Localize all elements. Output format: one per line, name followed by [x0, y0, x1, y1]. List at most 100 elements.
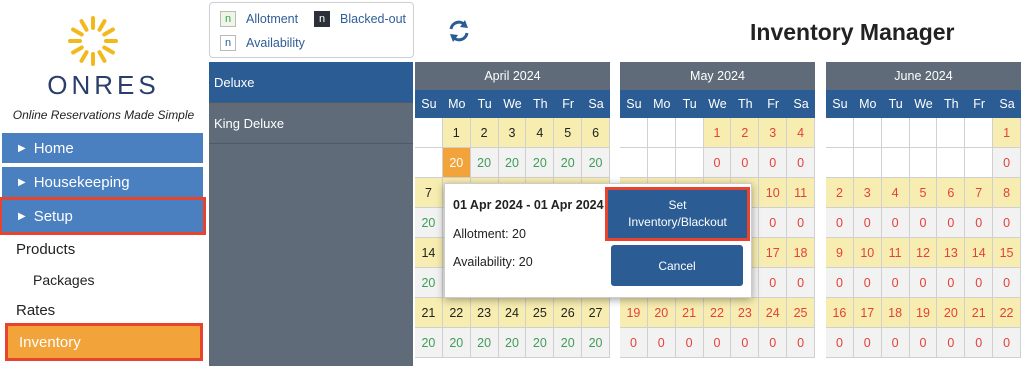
- day-cell[interactable]: 21: [965, 298, 994, 328]
- inventory-cell[interactable]: 20: [582, 148, 610, 178]
- day-cell[interactable]: 18: [787, 238, 815, 268]
- nav-setup[interactable]: ▶ Setup: [0, 197, 206, 235]
- inventory-cell[interactable]: 0: [787, 148, 815, 178]
- day-cell[interactable]: 16: [826, 298, 854, 328]
- day-cell[interactable]: 27: [582, 298, 610, 328]
- nav-packages[interactable]: Packages: [33, 272, 94, 288]
- inventory-cell[interactable]: 20: [498, 148, 527, 178]
- day-cell[interactable]: 21: [675, 298, 704, 328]
- day-cell[interactable]: 3: [853, 178, 882, 208]
- room-type-king-deluxe[interactable]: King Deluxe: [209, 103, 413, 144]
- day-cell[interactable]: 2: [470, 118, 499, 148]
- day-cell[interactable]: 4: [881, 178, 910, 208]
- day-cell[interactable]: 3: [498, 118, 527, 148]
- nav-rates[interactable]: Rates: [16, 302, 55, 319]
- day-cell[interactable]: 13: [937, 238, 966, 268]
- day-cell[interactable]: 1: [442, 118, 471, 148]
- inventory-cell[interactable]: 0: [909, 328, 938, 358]
- day-cell[interactable]: 19: [620, 298, 648, 328]
- day-cell[interactable]: 6: [937, 178, 966, 208]
- nav-products[interactable]: Products: [16, 241, 75, 258]
- inventory-cell[interactable]: 0: [675, 328, 704, 358]
- inventory-cell[interactable]: 0: [853, 328, 882, 358]
- inventory-cell[interactable]: 0: [881, 328, 910, 358]
- day-cell[interactable]: 1: [703, 118, 732, 148]
- day-cell[interactable]: 14: [965, 238, 994, 268]
- set-inventory-blackout-button[interactable]: Set Inventory/Blackout: [605, 187, 750, 241]
- day-cell[interactable]: 4: [526, 118, 555, 148]
- inventory-cell[interactable]: 0: [826, 328, 854, 358]
- inventory-cell[interactable]: 20: [442, 328, 471, 358]
- day-cell[interactable]: 6: [582, 118, 610, 148]
- day-cell[interactable]: 17: [853, 298, 882, 328]
- room-type-deluxe[interactable]: Deluxe: [209, 62, 413, 103]
- day-cell[interactable]: 9: [826, 238, 854, 268]
- day-cell[interactable]: 10: [853, 238, 882, 268]
- day-cell[interactable]: 18: [881, 298, 910, 328]
- inventory-cell[interactable]: 0: [993, 148, 1021, 178]
- day-cell[interactable]: 25: [526, 298, 555, 328]
- inventory-cell[interactable]: 0: [826, 208, 854, 238]
- nav-home[interactable]: ▶ Home: [2, 133, 203, 163]
- inventory-cell[interactable]: 20: [442, 148, 471, 178]
- day-cell[interactable]: 10: [759, 178, 788, 208]
- day-cell[interactable]: 5: [909, 178, 938, 208]
- refresh-icon[interactable]: [446, 18, 472, 44]
- day-cell[interactable]: 7: [965, 178, 994, 208]
- day-cell[interactable]: 26: [554, 298, 583, 328]
- day-cell[interactable]: 19: [909, 298, 938, 328]
- inventory-cell[interactable]: 0: [759, 268, 788, 298]
- day-cell[interactable]: 2: [826, 178, 854, 208]
- day-cell[interactable]: 11: [881, 238, 910, 268]
- inventory-cell[interactable]: 0: [759, 208, 788, 238]
- inventory-cell[interactable]: 0: [881, 208, 910, 238]
- inventory-cell[interactable]: 0: [703, 148, 732, 178]
- day-cell[interactable]: 24: [759, 298, 788, 328]
- day-cell[interactable]: 25: [787, 298, 815, 328]
- inventory-cell[interactable]: 0: [787, 328, 815, 358]
- inventory-cell[interactable]: 20: [498, 328, 527, 358]
- nav-inventory[interactable]: Inventory: [5, 323, 203, 361]
- inventory-cell[interactable]: 0: [965, 208, 994, 238]
- day-cell[interactable]: 20: [647, 298, 676, 328]
- day-cell[interactable]: 15: [993, 238, 1021, 268]
- inventory-cell[interactable]: 20: [526, 328, 555, 358]
- day-cell[interactable]: 23: [470, 298, 499, 328]
- inventory-cell[interactable]: 20: [526, 148, 555, 178]
- day-cell[interactable]: 23: [731, 298, 760, 328]
- day-cell[interactable]: 17: [759, 238, 788, 268]
- inventory-cell[interactable]: 0: [620, 328, 648, 358]
- inventory-cell[interactable]: 20: [415, 268, 443, 298]
- inventory-cell[interactable]: 0: [853, 268, 882, 298]
- inventory-cell[interactable]: 0: [937, 268, 966, 298]
- inventory-cell[interactable]: 0: [731, 148, 760, 178]
- day-cell[interactable]: 22: [993, 298, 1021, 328]
- inventory-cell[interactable]: 0: [826, 268, 854, 298]
- inventory-cell[interactable]: 0: [909, 268, 938, 298]
- day-cell[interactable]: 4: [787, 118, 815, 148]
- inventory-cell[interactable]: 0: [853, 208, 882, 238]
- inventory-cell[interactable]: 0: [759, 148, 788, 178]
- nav-housekeeping[interactable]: ▶ Housekeeping: [2, 167, 203, 197]
- day-cell[interactable]: 8: [993, 178, 1021, 208]
- inventory-cell[interactable]: 20: [415, 328, 443, 358]
- inventory-cell[interactable]: 20: [554, 328, 583, 358]
- inventory-cell[interactable]: 0: [993, 268, 1021, 298]
- inventory-cell[interactable]: 0: [965, 328, 994, 358]
- inventory-cell[interactable]: 0: [993, 328, 1021, 358]
- day-cell[interactable]: 22: [703, 298, 732, 328]
- day-cell[interactable]: 11: [787, 178, 815, 208]
- inventory-cell[interactable]: 0: [965, 268, 994, 298]
- inventory-cell[interactable]: 0: [787, 208, 815, 238]
- day-cell[interactable]: 7: [415, 178, 443, 208]
- day-cell[interactable]: 14: [415, 238, 443, 268]
- inventory-cell[interactable]: 0: [759, 328, 788, 358]
- inventory-cell[interactable]: 0: [937, 208, 966, 238]
- day-cell[interactable]: 22: [442, 298, 471, 328]
- inventory-cell[interactable]: 0: [703, 328, 732, 358]
- inventory-cell[interactable]: 0: [881, 268, 910, 298]
- inventory-cell[interactable]: 0: [993, 208, 1021, 238]
- inventory-cell[interactable]: 20: [582, 328, 610, 358]
- day-cell[interactable]: 20: [937, 298, 966, 328]
- inventory-cell[interactable]: 0: [787, 268, 815, 298]
